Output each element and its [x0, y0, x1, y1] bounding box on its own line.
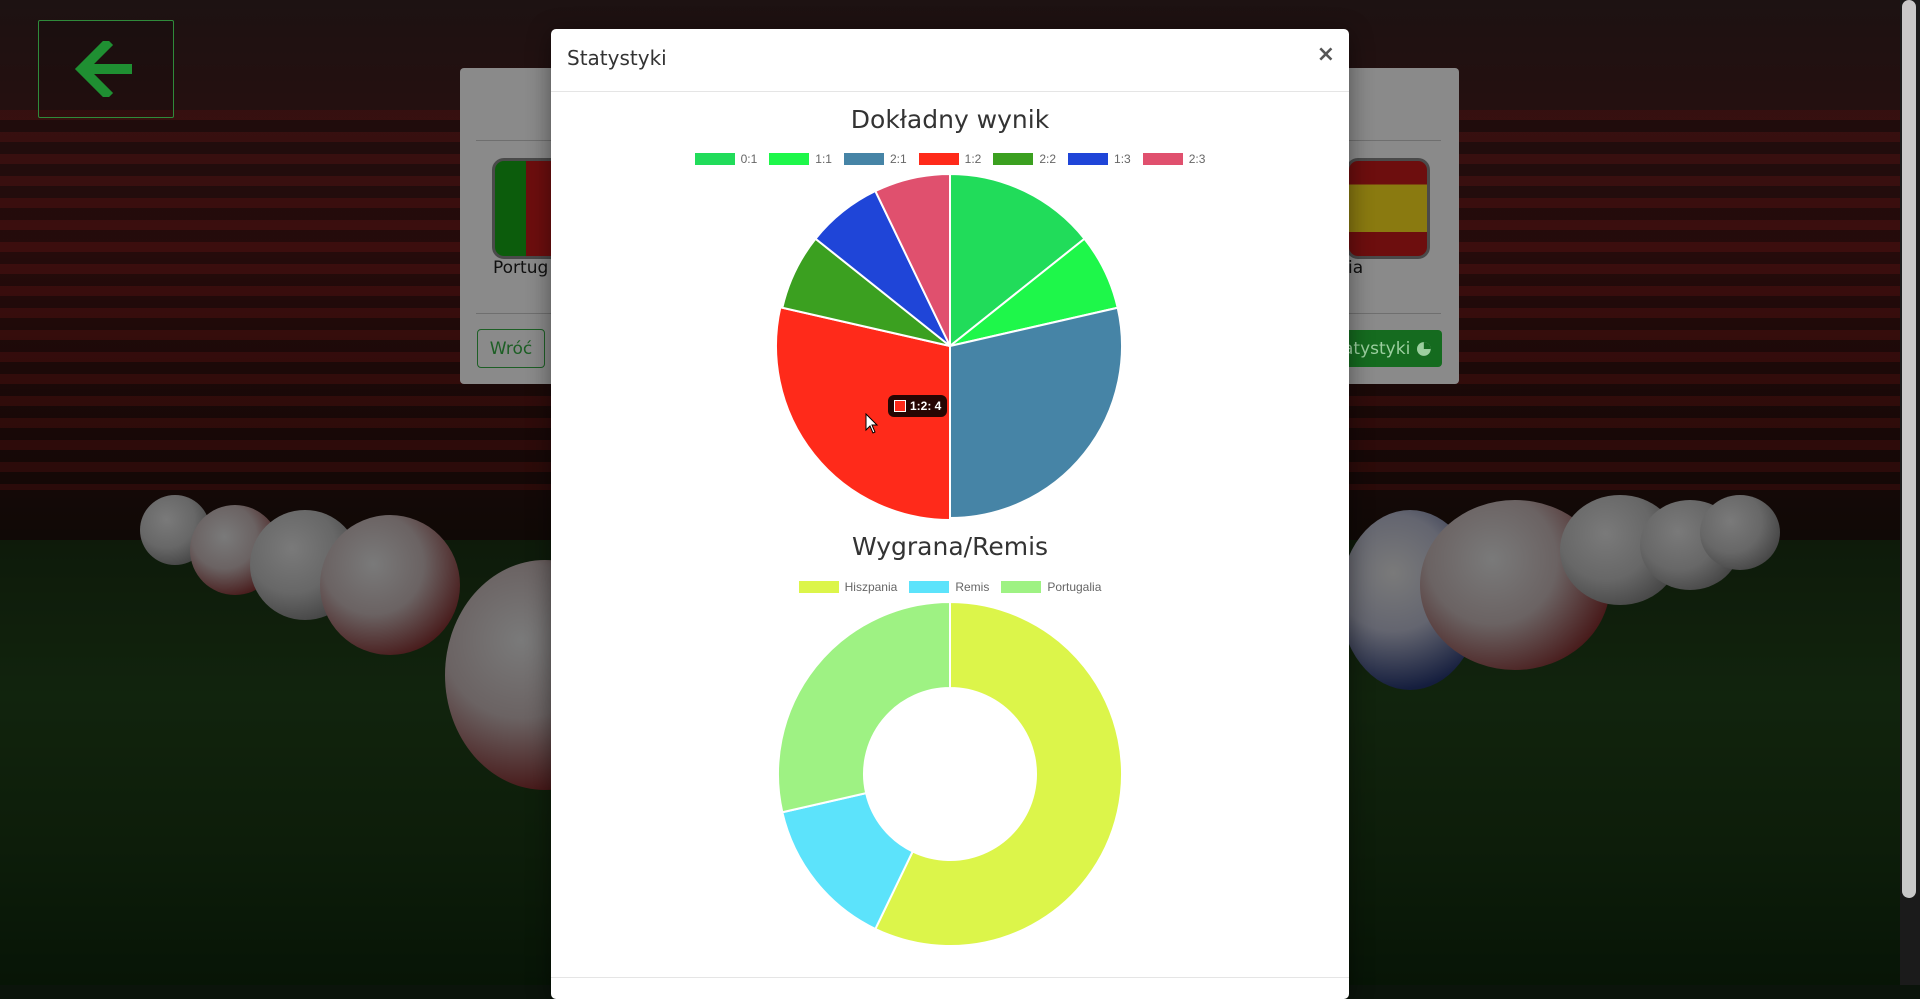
legend-item[interactable]: 1:3: [1068, 152, 1131, 166]
legend-label: 1:1: [815, 152, 832, 166]
tooltip-swatch: [894, 400, 906, 412]
legend-item[interactable]: 2:1: [843, 152, 907, 166]
tooltip-text: 1:2: 4: [910, 399, 942, 413]
pie-chart-icon: [1417, 341, 1432, 356]
team-name-away: ia: [1348, 258, 1364, 278]
legend-swatch: [798, 581, 839, 593]
legend-swatch: [918, 153, 959, 165]
legend-label: 0:1: [740, 152, 758, 166]
legend-label: 2:3: [1188, 152, 1206, 166]
legend-swatch: [694, 153, 735, 165]
pie-slice-2-1[interactable]: [949, 306, 1123, 520]
legend-label: 2:2: [1039, 152, 1057, 166]
legend-item[interactable]: 2:3: [1142, 152, 1206, 166]
legend-swatch: [993, 153, 1034, 165]
statistics-button-label: atystyki: [1343, 338, 1411, 359]
legend-swatch: [769, 153, 810, 165]
legend-item[interactable]: Portugalia: [1001, 580, 1101, 594]
legend-item[interactable]: Remis: [909, 580, 989, 594]
flag-spain: [1346, 158, 1430, 259]
team-name-home: Portug: [493, 258, 549, 278]
legend-swatch: [1142, 153, 1183, 165]
legend-win-draw: Hiszpania Remis Portugalia: [551, 580, 1349, 594]
chart-tooltip: 1:2: 4: [888, 395, 948, 417]
legend-item[interactable]: 1:1: [769, 152, 832, 166]
legend-swatch: [1068, 153, 1109, 165]
chart-title-win-draw: Wygrana/Remis: [851, 532, 1049, 561]
statistics-button[interactable]: atystyki: [1343, 330, 1442, 367]
legend-item[interactable]: 2:2: [993, 152, 1056, 166]
back-button[interactable]: [38, 20, 174, 118]
legend-item[interactable]: Hiszpania: [798, 580, 898, 594]
legend-swatch: [843, 153, 884, 165]
close-icon[interactable]: ×: [1317, 42, 1335, 67]
doughnut-chart-win-draw: [777, 602, 1123, 947]
legend-label: 1:2: [964, 152, 982, 166]
modal-header: Statystyki ×: [551, 29, 1349, 92]
legend-swatch: [1001, 581, 1042, 593]
legend-label: Remis: [955, 580, 990, 594]
legend-exact-score: 0:1 1:1 2:1 1:2 2:2 1:3 2:3: [551, 152, 1349, 166]
return-button[interactable]: Wróć: [477, 329, 545, 368]
scrollbar-thumb[interactable]: [1902, 0, 1916, 898]
legend-label: Hiszpania: [844, 580, 898, 594]
arrow-left-icon: [74, 41, 132, 97]
mouse-cursor-icon: [865, 413, 879, 434]
legend-swatch: [909, 581, 950, 593]
legend-item[interactable]: 0:1: [694, 152, 758, 166]
chart-title-exact-score: Dokładny wynik: [850, 105, 1050, 134]
legend-label: 2:1: [889, 152, 907, 166]
pie-slice-portugalia[interactable]: [777, 602, 951, 814]
statistics-modal: Statystyki × Dokładny wynik 0:1 1:1 2:1 1:2…: [551, 29, 1349, 999]
legend-label: 1:3: [1114, 152, 1131, 166]
modal-title: Statystyki: [567, 46, 667, 70]
modal-footer-divider: [551, 977, 1349, 978]
legend-item[interactable]: 1:2: [918, 152, 982, 166]
pie-chart-exact-score: [775, 174, 1123, 522]
legend-label: Portugalia: [1047, 580, 1102, 594]
